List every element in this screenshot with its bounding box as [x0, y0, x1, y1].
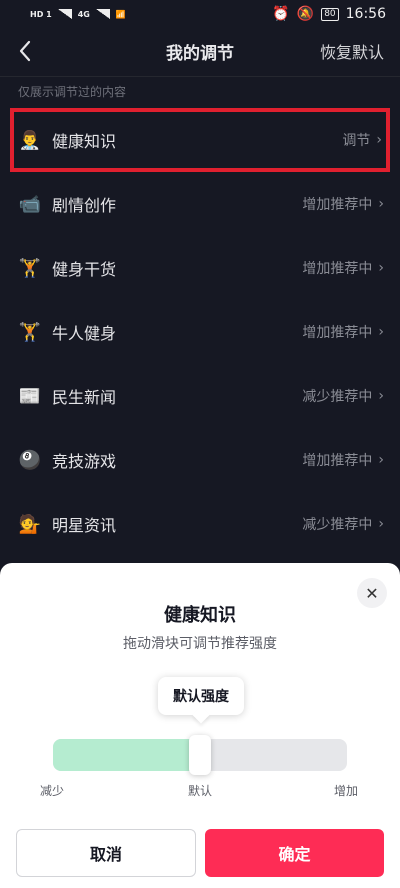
chevron-right-icon: ›: [378, 196, 384, 212]
status-bar: HD 1 4G 📶 ⏰ 🔕 80 16:56: [0, 0, 400, 28]
slider-handle[interactable]: [189, 735, 211, 775]
chevron-left-icon: [19, 40, 31, 62]
list-item-state: 增加推荐中: [302, 453, 373, 469]
list-item-competitive-games[interactable]: 🎱 竞技游戏 增加推荐中 ›: [0, 428, 400, 492]
list-item-fitness-tips[interactable]: 🏋 健身干货 增加推荐中 ›: [0, 236, 400, 300]
list-item-celebrity-news[interactable]: 💁 明星资讯 减少推荐中 ›: [0, 492, 400, 556]
sheet-subtitle: 拖动滑块可调节推荐强度: [123, 636, 277, 652]
pool-ball-icon: 🎱: [18, 449, 42, 471]
divider: [0, 76, 400, 77]
slider-label-max: 增加: [334, 784, 359, 798]
list-item-label: 健身干货: [52, 260, 117, 279]
hint-text: 仅展示调节过的内容: [18, 85, 127, 99]
list-item-label: 明星资讯: [52, 516, 117, 535]
confirm-button[interactable]: 确定: [205, 829, 384, 877]
list-item-state: 增加推荐中: [302, 261, 373, 277]
sim1-label: HD 1: [30, 9, 52, 19]
list-item-label: 健康知识: [52, 132, 117, 151]
weightlifter-icon: 🏋: [18, 257, 42, 279]
adjust-bottom-sheet: ✕ 健康知识 拖动滑块可调节推荐强度 默认强度 减少 默认 增加 取消 确定: [0, 563, 400, 888]
list-item-state: 增加推荐中: [302, 197, 373, 213]
chevron-right-icon: ›: [376, 132, 382, 148]
mute-icon: 🔕: [296, 6, 315, 22]
list-item-local-news[interactable]: 📰 民生新闻 减少推荐中 ›: [0, 364, 400, 428]
signal-icon: [57, 9, 72, 19]
chevron-right-icon: ›: [378, 452, 384, 468]
list-item-state: 调节: [342, 133, 371, 149]
sheet-title: 健康知识: [164, 605, 236, 626]
slider-label-min: 减少: [40, 784, 65, 798]
signal-group: HD 1 4G 📶: [30, 9, 126, 19]
page-title: 我的调节: [166, 43, 234, 64]
list-item-state: 减少推荐中: [302, 389, 373, 405]
list-item-health-knowledge[interactable]: 👨‍⚕️ 健康知识 调节 ›: [10, 108, 390, 172]
health-doctor-icon: 👨‍⚕️: [18, 129, 42, 151]
list-item-label: 竞技游戏: [52, 452, 117, 471]
dumbbell-icon: 🏋: [18, 321, 42, 343]
chevron-right-icon: ›: [378, 516, 384, 532]
reset-default-button[interactable]: 恢复默认: [320, 39, 384, 63]
list-item-label: 民生新闻: [52, 388, 117, 407]
slider-fill: [53, 739, 200, 771]
signal-icon: [95, 9, 110, 19]
list-item-fitness-pros[interactable]: 🏋 牛人健身 增加推荐中 ›: [0, 300, 400, 364]
newspaper-icon: 📰: [18, 385, 42, 407]
wifi-icon: 📶: [115, 9, 126, 19]
alarm-icon: ⏰: [272, 6, 290, 22]
chevron-right-icon: ›: [378, 324, 384, 340]
list-item-state: 增加推荐中: [302, 325, 373, 341]
chevron-right-icon: ›: [378, 388, 384, 404]
status-right: ⏰ 🔕 80 16:56: [272, 6, 386, 22]
battery-icon: 80: [321, 7, 339, 21]
cancel-button[interactable]: 取消: [16, 829, 196, 877]
list-item-label: 剧情创作: [52, 196, 117, 215]
list-item-drama-creation[interactable]: 📹 剧情创作 增加推荐中 ›: [0, 172, 400, 236]
back-button[interactable]: [14, 37, 38, 65]
slider-tooltip: 默认强度: [158, 677, 244, 715]
video-camera-icon: 📹: [18, 193, 42, 215]
celebrity-icon: 💁: [18, 513, 42, 535]
close-icon: ✕: [365, 583, 379, 603]
top-nav: 我的调节 恢复默认: [0, 30, 400, 72]
clock: 16:56: [345, 6, 386, 22]
slider-label-mid: 默认: [188, 784, 213, 798]
network-label: 4G: [77, 9, 90, 19]
adjusted-topics-list: 👨‍⚕️ 健康知识 调节 › 📹 剧情创作 增加推荐中 › 🏋 健身干货 增加推…: [0, 108, 400, 556]
list-item-label: 牛人健身: [52, 324, 117, 343]
list-item-state: 减少推荐中: [302, 517, 373, 533]
chevron-right-icon: ›: [378, 260, 384, 276]
